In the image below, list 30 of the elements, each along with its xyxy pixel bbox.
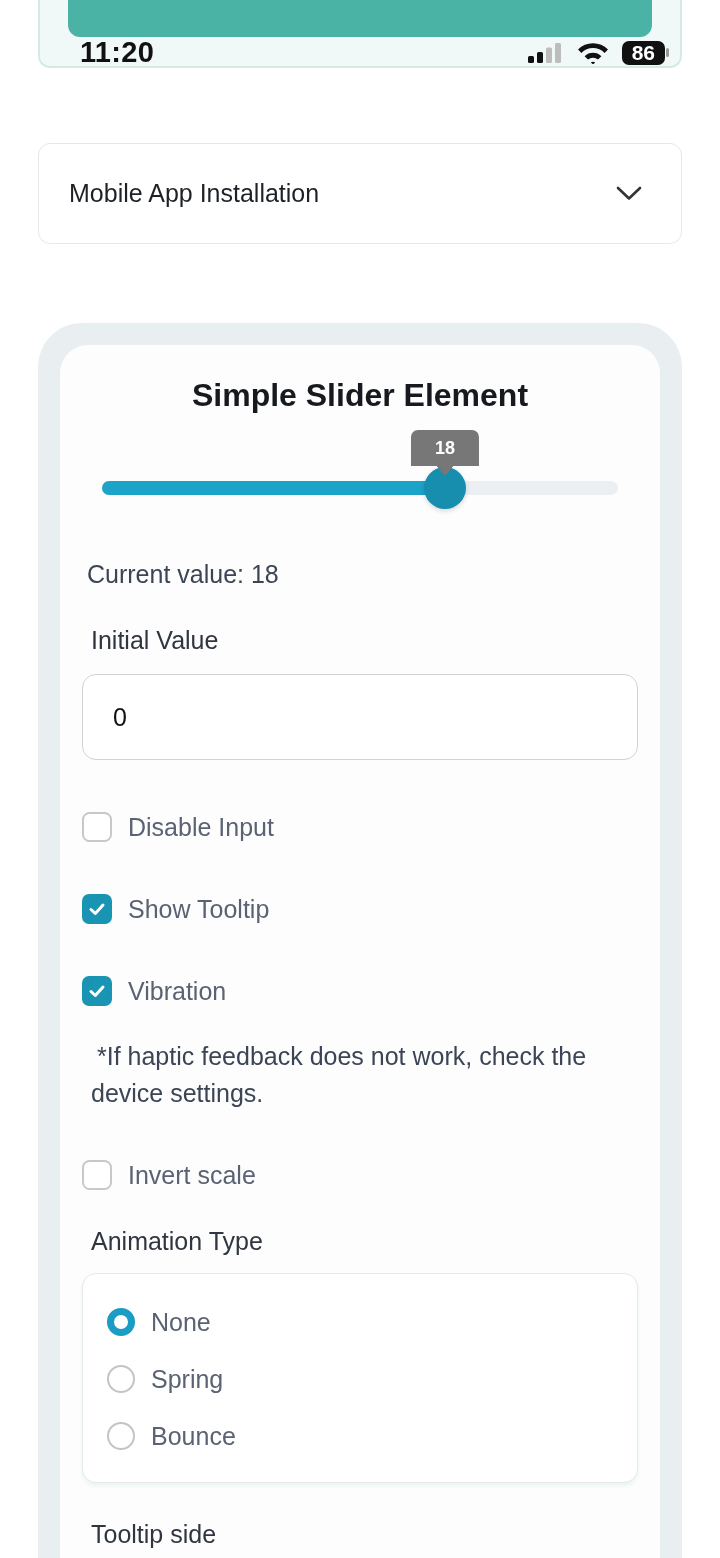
tooltip-side-label: Tooltip side: [91, 1520, 217, 1548]
accordion-title: Mobile App Installation: [69, 179, 320, 208]
checkbox[interactable]: [82, 976, 112, 1006]
checkbox[interactable]: [82, 812, 112, 842]
radio-label: Bounce: [151, 1421, 236, 1451]
radio-button[interactable]: [107, 1422, 135, 1450]
checkbox[interactable]: [82, 1160, 112, 1190]
checkbox-label: Invert scale: [128, 1160, 256, 1190]
checkbox[interactable]: [82, 894, 112, 924]
checkbox-label: Show Tooltip: [128, 894, 270, 924]
radio-label: Spring: [151, 1364, 224, 1394]
radio-button[interactable]: [107, 1365, 135, 1393]
signal-icon: [527, 42, 562, 63]
slider-thumb[interactable]: [424, 467, 467, 509]
radio-label: None: [151, 1307, 211, 1337]
haptic-note: *If haptic feedback does not work, check the device settings.: [91, 1041, 588, 1109]
current-value-text: Current value: 18: [87, 560, 279, 588]
slider-tooltip: 18: [411, 430, 480, 476]
initial-value-input[interactable]: 0: [82, 674, 638, 760]
radio-button[interactable]: [107, 1308, 135, 1336]
status-time: 11:20: [80, 37, 155, 68]
checkbox-label: Disable Input: [128, 812, 274, 842]
checkbox-label: Vibration: [128, 976, 227, 1006]
battery-indicator: 86: [621, 40, 670, 65]
accordion-card[interactable]: Mobile App Installation: [38, 143, 682, 244]
wifi-icon: [576, 41, 609, 64]
animation-type-label: Animation Type: [91, 1227, 263, 1255]
demo-title: Simple Slider Element: [191, 377, 529, 413]
initial-value-label: Initial Value: [91, 626, 219, 654]
slider-track[interactable]: [102, 481, 618, 495]
